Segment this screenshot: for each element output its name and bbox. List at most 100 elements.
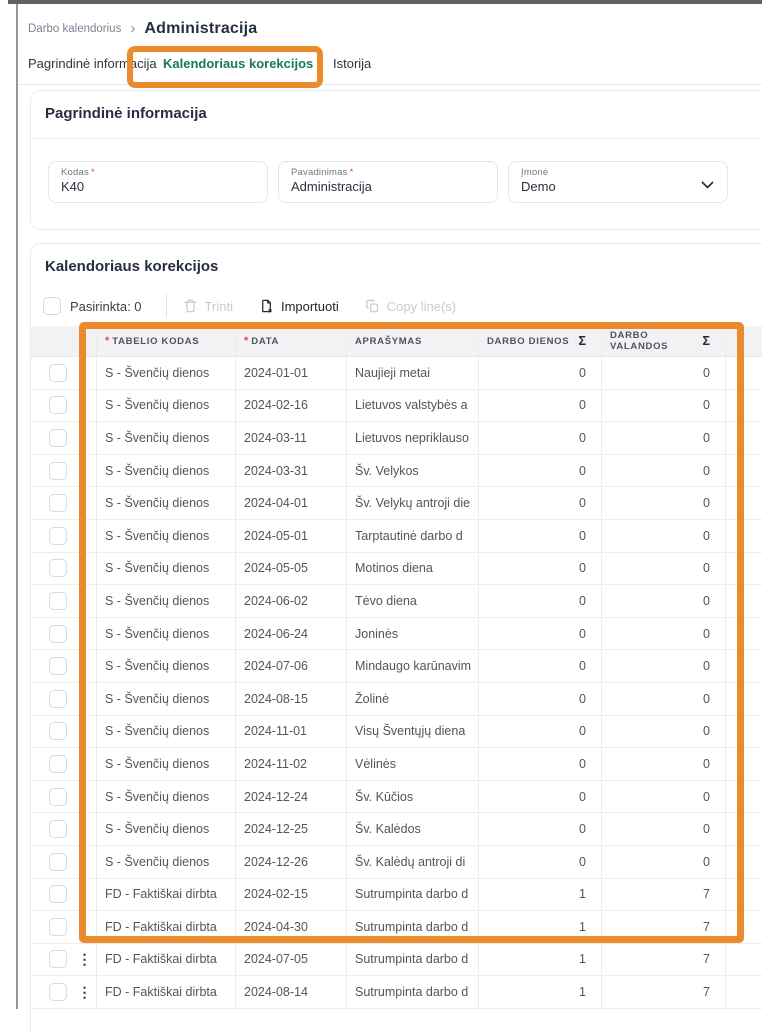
cell-darbo-dienos[interactable]: 0 bbox=[479, 618, 602, 650]
copy-lines-button[interactable]: Copy line(s) bbox=[365, 298, 456, 314]
row-checkbox[interactable] bbox=[49, 820, 67, 838]
cell-tabelio-kodas[interactable]: S - Švenčių dienos bbox=[97, 357, 236, 389]
cell-aprasymas[interactable]: Šv. Velykų antroji die bbox=[347, 487, 479, 519]
row-menu-icon[interactable]: ⋮ bbox=[78, 920, 92, 934]
cell-tabelio-kodas[interactable]: S - Švenčių dienos bbox=[97, 748, 236, 780]
sum-icon[interactable]: Σ bbox=[702, 334, 710, 348]
row-menu-icon[interactable]: ⋮ bbox=[78, 952, 92, 966]
row-menu-icon[interactable]: ⋮ bbox=[78, 561, 92, 575]
cell-darbo-valandos[interactable]: 0 bbox=[602, 618, 726, 650]
row-checkbox[interactable] bbox=[49, 592, 67, 610]
cell-aprasymas[interactable]: Naujieji metai bbox=[347, 357, 479, 389]
cell-data[interactable]: 2024-12-25 bbox=[236, 813, 347, 845]
cell-darbo-dienos[interactable]: 0 bbox=[479, 748, 602, 780]
cell-data[interactable]: 2024-01-01 bbox=[236, 357, 347, 389]
cell-aprasymas[interactable]: Žolinė bbox=[347, 683, 479, 715]
cell-tabelio-kodas[interactable]: S - Švenčių dienos bbox=[97, 683, 236, 715]
cell-aprasymas[interactable]: Tėvo diena bbox=[347, 585, 479, 617]
cell-darbo-valandos[interactable]: 0 bbox=[602, 813, 726, 845]
cell-data[interactable]: 2024-07-06 bbox=[236, 650, 347, 682]
row-checkbox[interactable] bbox=[49, 983, 67, 1001]
row-checkbox[interactable] bbox=[49, 918, 67, 936]
cell-darbo-valandos[interactable]: 0 bbox=[602, 553, 726, 585]
row-checkbox[interactable] bbox=[49, 527, 67, 545]
cell-darbo-dienos[interactable]: 0 bbox=[479, 650, 602, 682]
row-checkbox[interactable] bbox=[49, 885, 67, 903]
row-menu-icon[interactable]: ⋮ bbox=[78, 431, 92, 445]
cell-tabelio-kodas[interactable]: FD - Faktiškai dirbta bbox=[97, 944, 236, 976]
cell-darbo-valandos[interactable]: 0 bbox=[602, 357, 726, 389]
import-button[interactable]: Importuoti bbox=[259, 298, 339, 314]
cell-darbo-valandos[interactable]: 0 bbox=[602, 455, 726, 487]
cell-data[interactable]: 2024-02-15 bbox=[236, 879, 347, 911]
cell-darbo-dienos[interactable]: 0 bbox=[479, 422, 602, 454]
row-checkbox[interactable] bbox=[49, 950, 67, 968]
cell-data[interactable]: 2024-04-01 bbox=[236, 487, 347, 519]
cell-aprasymas[interactable]: Sutrumpinta darbo d bbox=[347, 944, 479, 976]
cell-darbo-valandos[interactable]: 7 bbox=[602, 976, 726, 1008]
row-checkbox[interactable] bbox=[49, 429, 67, 447]
row-checkbox[interactable] bbox=[49, 690, 67, 708]
cell-tabelio-kodas[interactable]: S - Švenčių dienos bbox=[97, 585, 236, 617]
row-menu-icon[interactable]: ⋮ bbox=[78, 692, 92, 706]
cell-darbo-dienos[interactable]: 1 bbox=[479, 944, 602, 976]
cell-data[interactable]: 2024-02-16 bbox=[236, 390, 347, 422]
cell-darbo-dienos[interactable]: 0 bbox=[479, 585, 602, 617]
cell-aprasymas[interactable]: Šv. Kalėdos bbox=[347, 813, 479, 845]
imone-select[interactable]: Įmonė Demo bbox=[508, 161, 728, 203]
row-menu-icon[interactable]: ⋮ bbox=[78, 398, 92, 412]
cell-tabelio-kodas[interactable]: S - Švenčių dienos bbox=[97, 846, 236, 878]
cell-darbo-valandos[interactable]: 7 bbox=[602, 944, 726, 976]
row-menu-icon[interactable]: ⋮ bbox=[78, 659, 92, 673]
cell-data[interactable]: 2024-07-05 bbox=[236, 944, 347, 976]
cell-data[interactable]: 2024-06-24 bbox=[236, 618, 347, 650]
row-menu-icon[interactable]: ⋮ bbox=[78, 855, 92, 869]
cell-darbo-dienos[interactable]: 1 bbox=[479, 976, 602, 1008]
cell-darbo-dienos[interactable]: 1 bbox=[479, 911, 602, 943]
cell-darbo-valandos[interactable]: 0 bbox=[602, 781, 726, 813]
cell-data[interactable]: 2024-04-30 bbox=[236, 911, 347, 943]
cell-darbo-dienos[interactable]: 0 bbox=[479, 716, 602, 748]
cell-aprasymas[interactable]: Sutrumpinta darbo d bbox=[347, 911, 479, 943]
sum-icon[interactable]: Σ bbox=[578, 334, 586, 348]
row-menu-icon[interactable]: ⋮ bbox=[78, 757, 92, 771]
cell-darbo-valandos[interactable]: 7 bbox=[602, 911, 726, 943]
cell-darbo-valandos[interactable]: 0 bbox=[602, 390, 726, 422]
cell-darbo-valandos[interactable]: 0 bbox=[602, 846, 726, 878]
delete-button[interactable]: Trinti bbox=[183, 298, 233, 314]
column-header-darbo-valandos[interactable]: Darbo valandosΣ bbox=[602, 326, 726, 356]
cell-darbo-dienos[interactable]: 0 bbox=[479, 520, 602, 552]
cell-darbo-dienos[interactable]: 0 bbox=[479, 357, 602, 389]
cell-aprasymas[interactable]: Motinos diena bbox=[347, 553, 479, 585]
row-checkbox[interactable] bbox=[49, 494, 67, 512]
kodas-field[interactable]: Kodas* K40 bbox=[48, 161, 268, 203]
cell-aprasymas[interactable]: Šv. Velykos bbox=[347, 455, 479, 487]
row-menu-icon[interactable]: ⋮ bbox=[78, 529, 92, 543]
cell-aprasymas[interactable]: Joninės bbox=[347, 618, 479, 650]
cell-darbo-valandos[interactable]: 0 bbox=[602, 520, 726, 552]
row-checkbox[interactable] bbox=[49, 788, 67, 806]
row-menu-icon[interactable]: ⋮ bbox=[78, 985, 92, 999]
row-menu-icon[interactable]: ⋮ bbox=[78, 627, 92, 641]
row-menu-icon[interactable]: ⋮ bbox=[78, 464, 92, 478]
row-menu-icon[interactable]: ⋮ bbox=[78, 724, 92, 738]
cell-aprasymas[interactable]: Visų Šventųjų diena bbox=[347, 716, 479, 748]
cell-tabelio-kodas[interactable]: S - Švenčių dienos bbox=[97, 650, 236, 682]
cell-darbo-valandos[interactable]: 0 bbox=[602, 683, 726, 715]
row-menu-icon[interactable]: ⋮ bbox=[78, 790, 92, 804]
cell-darbo-dienos[interactable]: 0 bbox=[479, 846, 602, 878]
cell-data[interactable]: 2024-08-15 bbox=[236, 683, 347, 715]
cell-tabelio-kodas[interactable]: FD - Faktiškai dirbta bbox=[97, 976, 236, 1008]
cell-darbo-dienos[interactable]: 0 bbox=[479, 487, 602, 519]
cell-darbo-dienos[interactable]: 0 bbox=[479, 683, 602, 715]
cell-darbo-dienos[interactable]: 0 bbox=[479, 390, 602, 422]
cell-tabelio-kodas[interactable]: S - Švenčių dienos bbox=[97, 487, 236, 519]
cell-darbo-dienos[interactable]: 0 bbox=[479, 813, 602, 845]
row-checkbox[interactable] bbox=[49, 364, 67, 382]
cell-tabelio-kodas[interactable]: S - Švenčių dienos bbox=[97, 422, 236, 454]
cell-tabelio-kodas[interactable]: S - Švenčių dienos bbox=[97, 813, 236, 845]
cell-data[interactable]: 2024-05-01 bbox=[236, 520, 347, 552]
cell-tabelio-kodas[interactable]: S - Švenčių dienos bbox=[97, 618, 236, 650]
tab-istorija[interactable]: Istorija bbox=[333, 56, 371, 83]
row-menu-icon[interactable]: ⋮ bbox=[78, 496, 92, 510]
